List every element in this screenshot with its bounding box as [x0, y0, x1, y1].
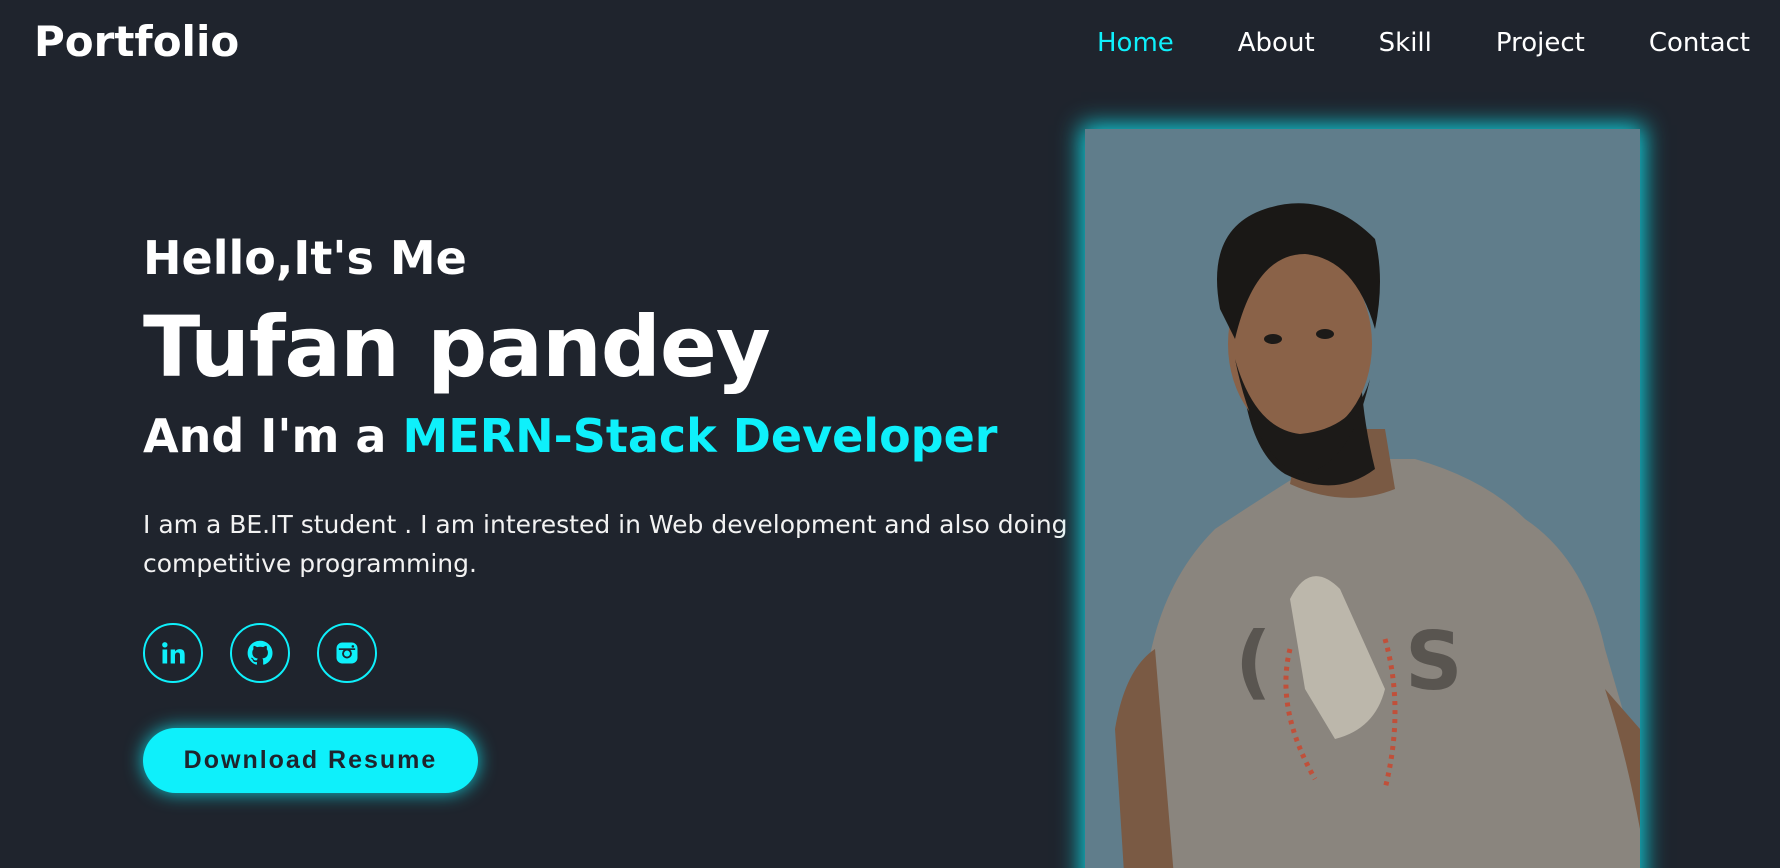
nav-project[interactable]: Project: [1496, 24, 1585, 62]
greeting: Hello,It's Me: [143, 231, 467, 285]
profile-photo: ( S: [1085, 129, 1640, 868]
name-heading: Tufan pandey: [143, 298, 771, 396]
person-photo-illustration: ( S: [1115, 203, 1640, 868]
github-icon: [247, 640, 273, 665]
description: I am a BE.IT student . I am interested i…: [143, 510, 1068, 578]
download-resume-button[interactable]: Download Resume: [143, 728, 478, 793]
social-links: [143, 623, 1083, 683]
instagram-icon: [336, 642, 358, 664]
nav-contact[interactable]: Contact: [1649, 24, 1750, 62]
nav-home[interactable]: Home: [1097, 24, 1174, 62]
site-header: Portfolio Home About Skill Project Conta…: [0, 0, 1780, 88]
role-highlight: MERN-Stack Developer: [402, 409, 998, 463]
linkedin-link[interactable]: [143, 623, 203, 683]
github-link[interactable]: [230, 623, 290, 683]
hero-section: Hello,It's Me Tufan pandey And I'm a MER…: [143, 225, 1083, 793]
svg-text:S: S: [1405, 615, 1463, 708]
linkedin-icon: [162, 642, 185, 664]
nav-about[interactable]: About: [1238, 24, 1315, 62]
instagram-link[interactable]: [317, 623, 377, 683]
main-nav: Home About Skill Project Contact: [1097, 24, 1750, 62]
role-heading: And I'm a MERN-Stack Developer: [143, 405, 1083, 467]
svg-text:(: (: [1235, 615, 1272, 708]
logo[interactable]: Portfolio: [34, 14, 239, 70]
portfolio-page: Portfolio Home About Skill Project Conta…: [0, 0, 1780, 868]
role-prefix: And I'm a: [143, 409, 403, 463]
nav-skill[interactable]: Skill: [1379, 24, 1432, 62]
